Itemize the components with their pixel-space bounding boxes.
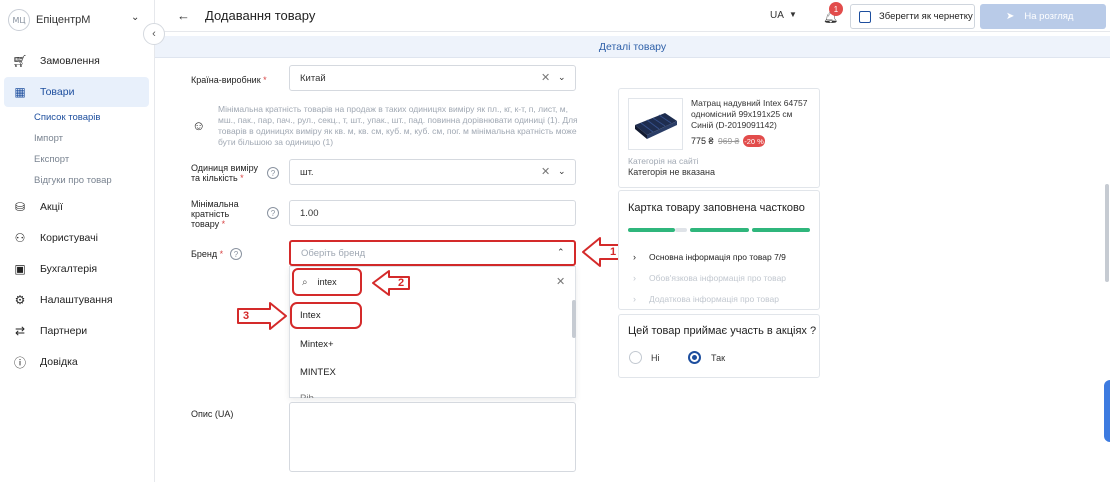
fill-status-title: Картка товару заповнена частково: [628, 202, 805, 214]
progress-segment-empty: [675, 228, 687, 232]
step-required-info[interactable]: › Обов'язкова інформація про товар: [633, 273, 786, 283]
chevron-right-icon: ›: [633, 273, 636, 283]
chevron-right-icon: ›: [633, 252, 636, 262]
promo-question: Цей товар приймає участь в акціях ?: [628, 325, 817, 337]
radio-yes-label: Так: [711, 353, 726, 363]
discount-badge: -20 %: [743, 135, 765, 147]
product-price: 775 ₴: [691, 136, 714, 146]
step-additional-info[interactable]: › Додаткова інформація про товар: [633, 294, 779, 304]
progress-segment-done: [752, 228, 810, 232]
floating-help-tab[interactable]: [1104, 380, 1110, 442]
radio-yes[interactable]: [688, 351, 701, 364]
page-scrollbar[interactable]: [1105, 184, 1109, 282]
progress-segment-done: [628, 228, 675, 232]
radio-no[interactable]: [629, 351, 642, 364]
radio-no-label: Ні: [651, 353, 660, 363]
chevron-right-icon: ›: [633, 294, 636, 304]
promo-card: [618, 314, 820, 378]
sidebar-collapse-button[interactable]: ‹: [143, 23, 165, 45]
callout-number: 1: [610, 246, 617, 258]
annotation-arrows: [237, 237, 628, 330]
step-basic-info[interactable]: › Основна інформація про товар 7/9: [633, 252, 786, 262]
category-value: Категорія не вказана: [628, 167, 715, 177]
product-name: Матрац надувний Intex 64757 одномісний 9…: [691, 98, 808, 130]
category-label: Категорія на сайті: [628, 156, 699, 166]
product-old-price: 969 ₴: [718, 136, 740, 146]
mattress-image: [629, 99, 682, 149]
callout-number: 2: [398, 277, 405, 289]
callout-number: 3: [243, 310, 250, 322]
progress-segment-done: [690, 228, 749, 232]
product-image: [628, 98, 683, 150]
